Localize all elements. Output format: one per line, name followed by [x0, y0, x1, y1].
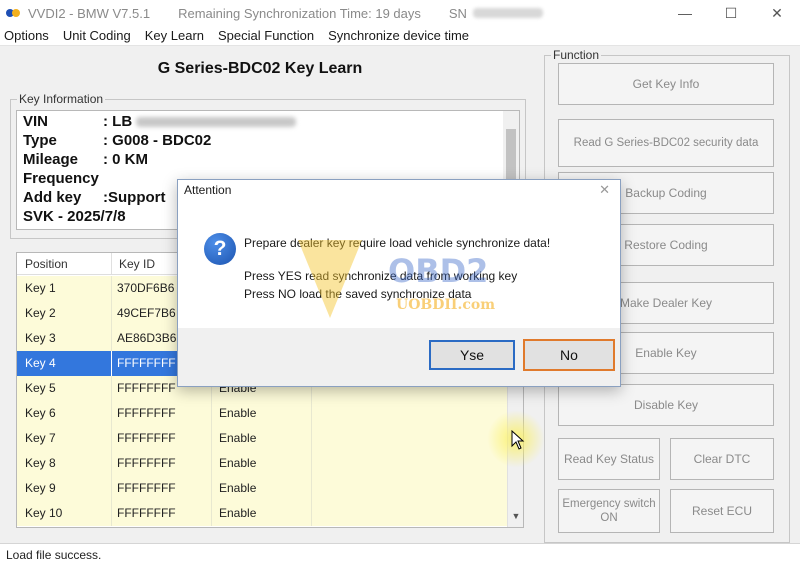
- info-row-add-key: Add key:Support: [23, 189, 166, 206]
- question-icon: ?: [204, 233, 236, 265]
- maximize-icon[interactable]: ☐: [708, 0, 754, 26]
- dialog-close-icon[interactable]: ✕: [599, 182, 610, 198]
- table-row[interactable]: Key 7 FFFFFFFF Enable: [17, 426, 509, 451]
- watermark-site: UOBDII.com: [396, 297, 496, 313]
- info-row-vin: VIN: LB: [23, 113, 297, 130]
- column-header-position[interactable]: Position: [25, 257, 68, 271]
- serial-number-redacted: [472, 8, 543, 18]
- watermark-logo-mark: [298, 240, 362, 318]
- dialog-message: Prepare dealer key require load vehicle …: [244, 236, 551, 250]
- key-information-legend: Key Information: [17, 92, 106, 106]
- menu-synchronize-device-time[interactable]: Synchronize device time: [328, 28, 469, 43]
- window-title: VVDI2 - BMW V7.5.1: [28, 5, 151, 21]
- reset-ecu-button[interactable]: Reset ECU: [670, 489, 774, 533]
- menu-key-learn[interactable]: Key Learn: [145, 28, 204, 43]
- table-row[interactable]: Key 9 FFFFFFFF Enable: [17, 476, 509, 501]
- info-row-frequency: Frequency: [23, 170, 99, 187]
- table-row[interactable]: Key 10 FFFFFFFF Enable: [17, 501, 509, 526]
- title-bar: VVDI2 - BMW V7.5.1 Remaining Synchroniza…: [0, 0, 800, 26]
- serial-number-label: SN: [448, 5, 467, 21]
- menu-options[interactable]: Options: [4, 28, 49, 43]
- table-row[interactable]: Key 6 FFFFFFFF Enable: [17, 401, 509, 426]
- clear-dtc-button[interactable]: Clear DTC: [670, 438, 774, 480]
- mouse-cursor-icon: [511, 430, 525, 450]
- info-row-type: Type: G008 - BDC02: [23, 132, 212, 149]
- yes-button[interactable]: Ysе: [429, 340, 515, 370]
- menu-bar: Options Unit Coding Key Learn Special Fu…: [0, 26, 800, 46]
- close-icon[interactable]: ✕: [754, 0, 800, 26]
- table-row[interactable]: Key 8 FFFFFFFF Enable: [17, 451, 509, 476]
- minimize-icon[interactable]: —: [662, 0, 708, 26]
- emergency-switch-button[interactable]: Emergency switch ON: [558, 489, 660, 533]
- dialog-footer: Ysе No: [178, 328, 620, 386]
- menu-special-function[interactable]: Special Function: [218, 28, 314, 43]
- page-title: G Series-BDC02 Key Learn: [157, 60, 363, 77]
- scroll-down-icon[interactable]: ▼: [510, 511, 522, 523]
- read-security-data-button[interactable]: Read G Series-BDC02 security data: [558, 119, 774, 167]
- column-header-key-id[interactable]: Key ID: [119, 257, 155, 271]
- status-text: Load file success.: [6, 548, 102, 562]
- status-bar: Load file success.: [0, 543, 800, 566]
- function-legend: Function: [551, 48, 602, 62]
- read-key-status-button[interactable]: Read Key Status: [558, 438, 660, 480]
- info-row-mileage: Mileage: 0 KM: [23, 151, 148, 168]
- info-row-svk: SVK - 2025/7/8: [23, 208, 126, 225]
- app-logo-icon: [6, 7, 22, 19]
- disable-key-button[interactable]: Disable Key: [558, 384, 774, 426]
- dialog-title: Attention: [184, 183, 232, 197]
- no-button[interactable]: No: [523, 339, 615, 371]
- vin-redacted: [136, 117, 297, 128]
- menu-unit-coding[interactable]: Unit Coding: [63, 28, 131, 43]
- get-key-info-button[interactable]: Get Key Info: [558, 63, 774, 105]
- sync-status: Remaining Synchronization Time: 19 days: [178, 5, 421, 21]
- watermark-brand: OBD2: [388, 252, 489, 290]
